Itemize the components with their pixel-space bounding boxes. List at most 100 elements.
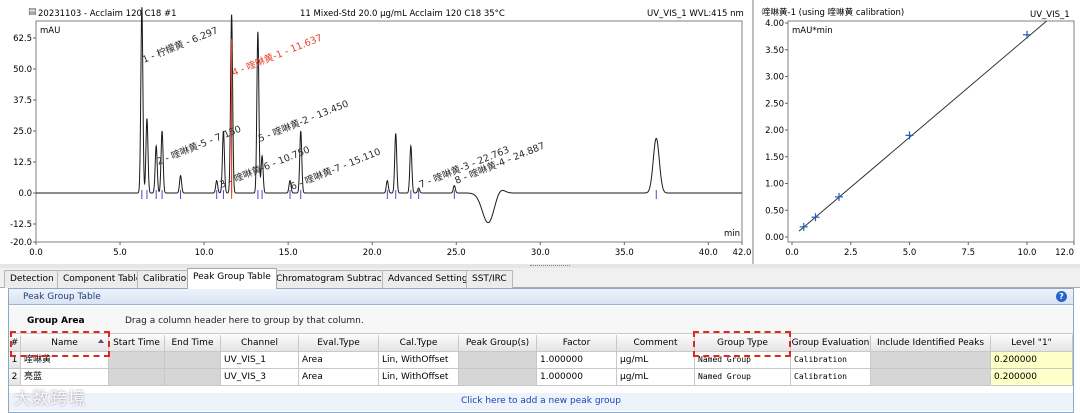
tab-peak-group-table[interactable]: Peak Group Table [187, 268, 277, 289]
calibration-chart[interactable]: 喹啉黄-1 (using 喹啉黄 calibration) UV_VIS_1 m… [752, 0, 1080, 264]
col-header-name-text: Name [51, 338, 78, 348]
splitter-grip-icon[interactable] [530, 265, 570, 267]
cell-eval-type[interactable]: Area [299, 352, 379, 369]
calibration-title: 喹啉黄-1 (using 喹啉黄 calibration) [762, 7, 904, 18]
cell-comment[interactable]: µg/mL [617, 369, 695, 386]
calibration-x-tick-label: 12.0 [1055, 248, 1074, 258]
cell-peak-groups[interactable] [459, 352, 537, 369]
calibration-y-tick-label: 3.50 [765, 46, 784, 56]
calibration-x-tick-label: 2.5 [844, 248, 858, 258]
group-area-hint: Drag a column header here to group by th… [125, 316, 364, 326]
chromatogram-x-tick-label: 30.0 [531, 248, 550, 258]
cell-end-time[interactable] [165, 369, 221, 386]
col-header-index[interactable]: # [9, 335, 21, 352]
cell-cal-type[interactable]: Lin, WithOffset [379, 369, 459, 386]
cell-peak-groups[interactable] [459, 369, 537, 386]
peak-group-table-panel: Peak Group Table ? Group Area Drag a col… [8, 288, 1074, 413]
cell-start-time[interactable] [109, 352, 165, 369]
chromatogram-y-tick-label: 0.0 [18, 189, 32, 199]
help-icon[interactable]: ? [1056, 291, 1067, 302]
cell-include-identified-peaks[interactable] [871, 369, 991, 386]
calibration-x-tick-label: 10.0 [1018, 248, 1037, 258]
chromatogram-x-tick-label: 40.0 [699, 248, 718, 258]
chromatogram-x-unit: min [724, 229, 740, 239]
chromatogram-x-tick-label: 0.0 [29, 248, 43, 258]
cell-factor[interactable]: 1.000000 [537, 369, 617, 386]
chromatogram-y-tick-label: 37.5 [13, 96, 32, 106]
col-header-group-evaluation[interactable]: Group Evaluation [791, 335, 871, 352]
calibration-y-tick-label: 2.50 [765, 99, 784, 109]
calibration-x-tick-label: 5.0 [903, 248, 917, 258]
chromatogram-chart[interactable]: 20231103 - Acclaim 120 C18 #1 11 Mixed-S… [0, 0, 752, 264]
cell-channel[interactable]: UV_VIS_1 [221, 352, 299, 369]
cell-channel[interactable]: UV_VIS_3 [221, 369, 299, 386]
tab-advanced-settings[interactable]: Advanced Settings [382, 270, 479, 288]
cell-factor[interactable]: 1.000000 [537, 352, 617, 369]
calibration-y-tick-label: 3.00 [765, 73, 784, 83]
cell-cal-type[interactable]: Lin, WithOffset [379, 352, 459, 369]
panel-title: Peak Group Table ? [9, 289, 1073, 305]
cell-group-evaluation[interactable]: Calibration [791, 369, 871, 386]
cell-include-identified-peaks[interactable] [871, 352, 991, 369]
col-header-name[interactable]: Name [21, 335, 109, 352]
cell-level-1[interactable]: 0.200000 [991, 369, 1073, 386]
chromatogram-y-tick-label: 50.0 [13, 65, 32, 75]
col-header-include-identified-peaks[interactable]: Include Identified Peaks [871, 335, 991, 352]
col-header-group-type[interactable]: Group Type [695, 335, 791, 352]
table-row[interactable]: 1 喹啉黄 UV_VIS_1 Area Lin, WithOffset 1.00… [9, 352, 1073, 369]
cell-eval-type[interactable]: Area [299, 369, 379, 386]
cell-group-evaluation[interactable]: Calibration [791, 352, 871, 369]
col-header-end-time[interactable]: End Time [165, 335, 221, 352]
cell-start-time[interactable] [109, 369, 165, 386]
add-peak-group-link[interactable]: Click here to add a new peak group [9, 393, 1073, 411]
chromatogram-y-unit: mAU [40, 26, 60, 36]
tab-bar: Detection Component Table Calibration Pe… [0, 268, 1080, 289]
chromatogram-header-center: 11 Mixed-Std 20.0 µg/mL Acclaim 120 C18 … [300, 9, 505, 19]
panel-title-text: Peak Group Table [23, 292, 101, 302]
col-header-level-1[interactable]: Level "1" [991, 335, 1073, 352]
calibration-y-tick-label: 2.00 [765, 126, 784, 136]
chromatogram-x-tick-label: 10.0 [195, 248, 214, 258]
chromatogram-y-tick-label: 25.0 [13, 127, 32, 137]
col-header-eval-type[interactable]: Eval.Type [299, 335, 379, 352]
table-row[interactable]: 2 亮蓝 UV_VIS_3 Area Lin, WithOffset 1.000… [9, 369, 1073, 386]
row-index[interactable]: 1 [9, 352, 21, 369]
watermark-text: 大数跨境 [14, 389, 86, 409]
sort-ascending-icon [98, 339, 104, 343]
cell-level-1[interactable]: 0.200000 [991, 352, 1073, 369]
tab-sst-irc[interactable]: SST/IRC [466, 270, 513, 288]
col-header-comment[interactable]: Comment [617, 335, 695, 352]
col-header-start-time[interactable]: Start Time [109, 335, 165, 352]
table-header-row: # Name Start Time End Time Channel Eval.… [9, 335, 1073, 352]
chromatogram-y-tick-label: -20.0 [10, 238, 32, 248]
tab-detection[interactable]: Detection [4, 270, 60, 288]
calibration-y-unit: mAU*min [792, 26, 833, 36]
chromatogram-x-tick-label: 20.0 [363, 248, 382, 258]
calibration-y-tick-label: 0.50 [765, 206, 784, 216]
cell-end-time[interactable] [165, 352, 221, 369]
calibration-y-tick-label: 1.00 [765, 180, 784, 190]
col-header-channel[interactable]: Channel [221, 335, 299, 352]
calibration-y-tick-label: 1.50 [765, 153, 784, 163]
cell-comment[interactable]: µg/mL [617, 352, 695, 369]
pin-icon[interactable]: ▤ [28, 7, 37, 17]
cell-group-type[interactable]: Named Group [695, 352, 791, 369]
calibration-y-tick-label: 4.00 [765, 19, 784, 29]
calibration-channel: UV_VIS_1 [1030, 10, 1070, 20]
chromatogram-x-tick-label: 25.0 [447, 248, 466, 258]
chromatogram-x-tick-label: 35.0 [615, 248, 634, 258]
chromatogram-x-tick-label: 42.0 [733, 248, 752, 258]
col-header-factor[interactable]: Factor [537, 335, 617, 352]
cell-group-type[interactable]: Named Group [695, 369, 791, 386]
chromatogram-y-tick-label: 62.5 [13, 34, 32, 44]
col-header-cal-type[interactable]: Cal.Type [379, 335, 459, 352]
tab-component-table[interactable]: Component Table [57, 270, 148, 288]
chromatogram-y-tick-label: 12.5 [13, 158, 32, 168]
chromatogram-header-right: UV_VIS_1 WVL:415 nm [647, 9, 744, 19]
calibration-y-tick-label: 0.00 [765, 233, 784, 243]
chromatogram-y-tick-label: -12.5 [10, 220, 32, 230]
group-area[interactable]: Group Area Drag a column header here to … [9, 306, 1073, 334]
chromatogram-x-tick-label: 5.0 [113, 248, 127, 258]
cell-name[interactable]: 喹啉黄 [21, 352, 109, 369]
col-header-peak-groups[interactable]: Peak Group(s) [459, 335, 537, 352]
